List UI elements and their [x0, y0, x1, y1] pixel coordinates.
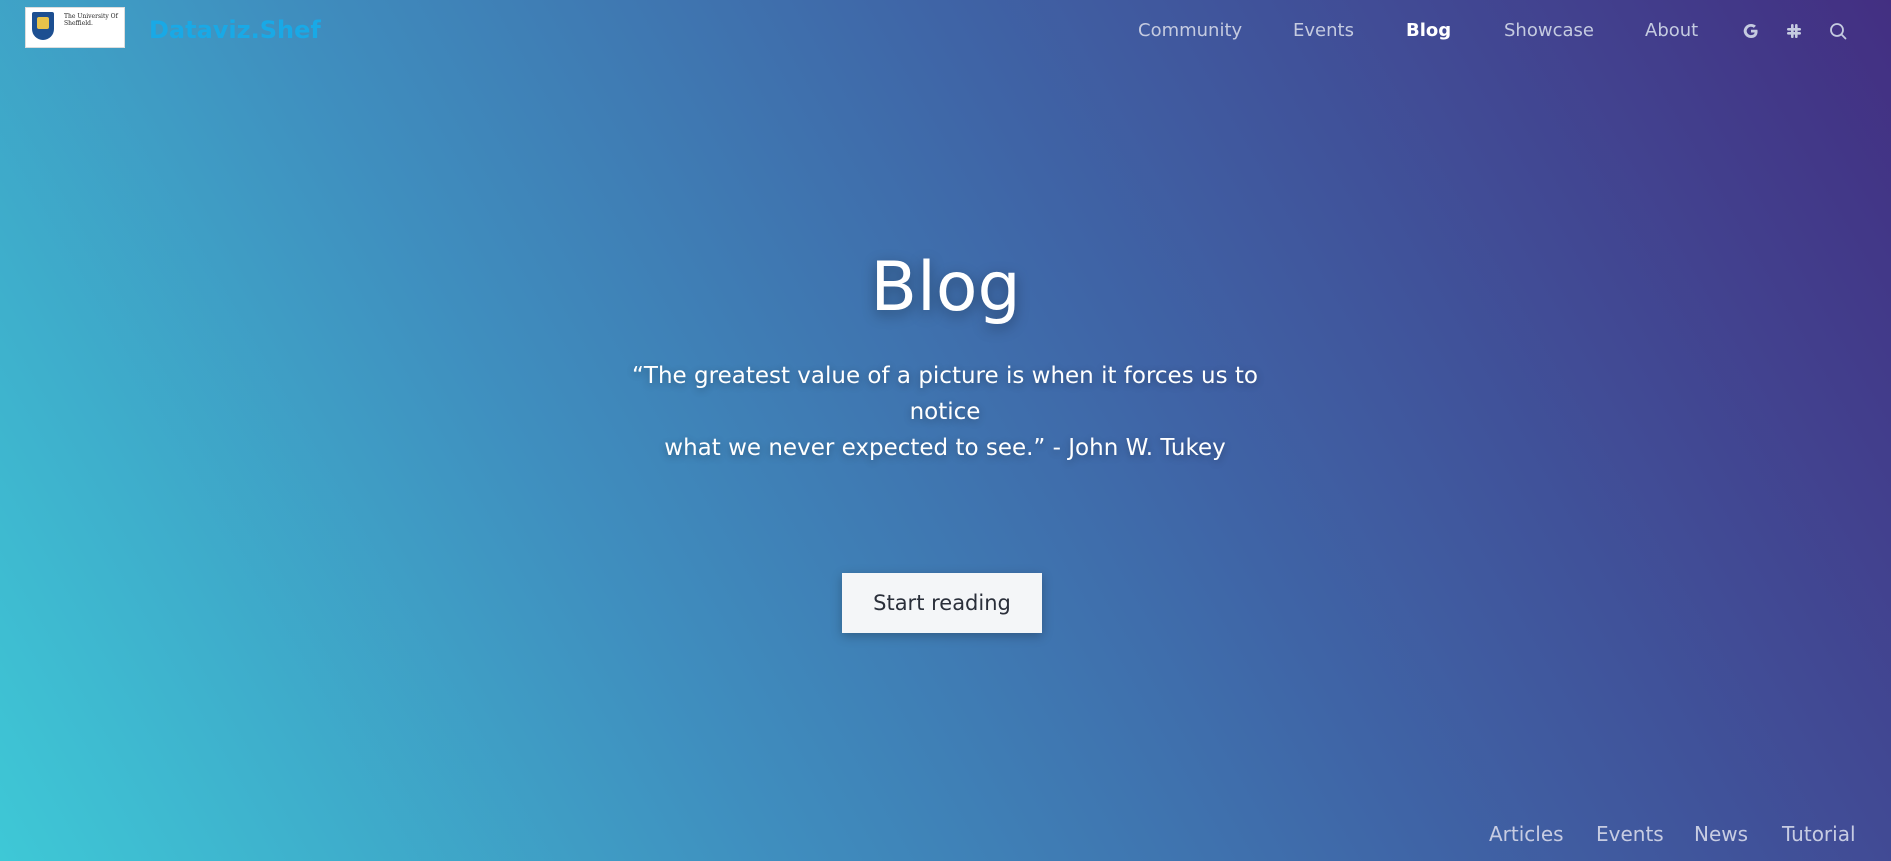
hero-quote: “The greatest value of a picture is when…	[595, 358, 1295, 466]
nav-showcase[interactable]: Showcase	[1504, 20, 1594, 42]
site-brand[interactable]: Dataviz.Shef	[149, 16, 321, 44]
logo-text: The University Of Sheffield.	[64, 13, 118, 27]
shield-icon	[32, 12, 54, 40]
top-navigation: The University Of Sheffield. Dataviz.She…	[0, 0, 1891, 62]
university-logo[interactable]: The University Of Sheffield.	[25, 7, 125, 48]
nav-events[interactable]: Events	[1293, 20, 1354, 42]
page-title: Blog	[870, 248, 1021, 327]
google-icon[interactable]	[1741, 21, 1761, 41]
nav-about[interactable]: About	[1645, 20, 1698, 42]
start-reading-button[interactable]: Start reading	[842, 573, 1042, 633]
nav-community[interactable]: Community	[1138, 20, 1242, 42]
nav-blog[interactable]: Blog	[1406, 20, 1451, 42]
slack-icon[interactable]	[1784, 21, 1804, 41]
quote-line-2: what we never expected to see.” - John W…	[664, 435, 1226, 461]
quote-line-1: “The greatest value of a picture is when…	[632, 363, 1258, 425]
search-icon[interactable]	[1828, 21, 1848, 41]
subnav-articles[interactable]: Articles	[1489, 822, 1564, 846]
subnav-events[interactable]: Events	[1596, 822, 1664, 846]
subnav-news[interactable]: News	[1694, 822, 1748, 846]
subnav-tutorial[interactable]: Tutorial	[1782, 822, 1856, 846]
